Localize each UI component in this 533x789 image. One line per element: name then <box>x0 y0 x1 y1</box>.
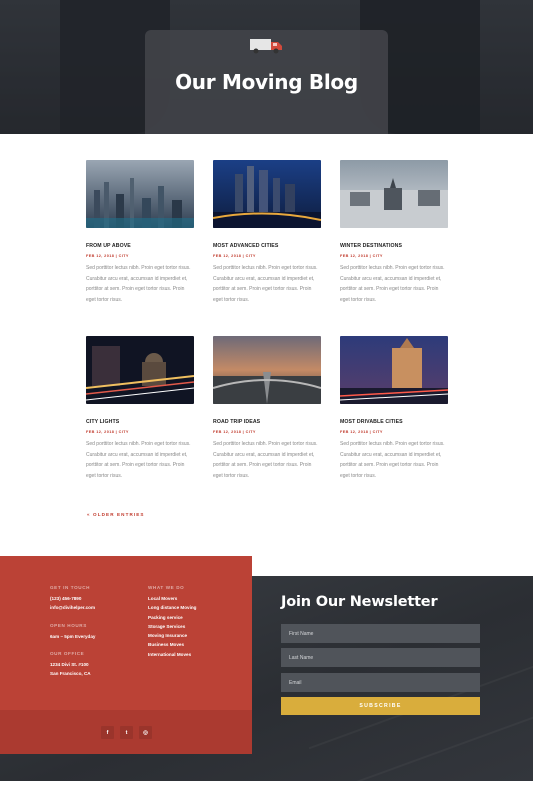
post-thumbnail[interactable] <box>86 160 194 228</box>
email-link[interactable]: info@divihelper.com <box>50 603 95 612</box>
instagram-icon[interactable]: ◎ <box>139 726 152 739</box>
subscribe-button[interactable]: SUBSCRIBE <box>281 697 480 715</box>
post-meta: FEB 12, 2018 | CITY <box>213 430 256 434</box>
office-heading: OUR OFFICE <box>50 650 85 656</box>
blog-card[interactable]: MOST DRIVABLE CITIES FEB 12, 2018 | CITY… <box>339 336 449 481</box>
blog-card[interactable]: FROM UP ABOVE FEB 12, 2018 | CITY Sed po… <box>86 160 194 305</box>
post-thumbnail[interactable] <box>85 336 195 404</box>
services-heading: WHAT WE DO <box>148 585 185 590</box>
post-excerpt: Sed porttitor lectus nibh. Proin eget to… <box>213 441 318 479</box>
blog-card[interactable]: MOST ADVANCED CITIES FEB 12, 2018 | CITY… <box>212 160 322 305</box>
post-thumbnail[interactable] <box>339 336 449 404</box>
service-link[interactable]: Business Moves <box>148 640 197 649</box>
post-excerpt: Sed porttitor lectus nibh. Proin eget to… <box>86 265 191 303</box>
office-address-line: 1234 Divi St. #100 <box>50 661 89 667</box>
post-thumbnail[interactable] <box>212 336 322 404</box>
contact-heading: GET IN TOUCH <box>50 585 91 590</box>
service-link[interactable]: International Moves <box>148 650 197 659</box>
post-title[interactable]: MOST DRIVABLE CITIES <box>340 419 448 425</box>
first-name-field[interactable]: First Name <box>281 624 480 643</box>
post-excerpt: Sed porttitor lectus nibh. Proin eget to… <box>340 441 445 479</box>
office-address-line: San Francisco, CA <box>50 671 91 677</box>
twitter-icon[interactable]: t <box>120 726 133 739</box>
post-title[interactable]: ROAD TRIP IDEAS <box>213 419 321 425</box>
post-meta: FEB 12, 2018 | CITY <box>86 254 129 258</box>
hero-section: Our Moving Blog <box>0 0 533 134</box>
post-title[interactable]: CITY LIGHTS <box>86 419 194 425</box>
page-title: Our Moving Blog <box>175 70 358 94</box>
blog-card[interactable]: WINTER DESTINATIONS FEB 12, 2018 | CITY … <box>340 160 448 305</box>
email-field[interactable]: Email <box>281 673 480 692</box>
newsletter-title: Join Our Newsletter <box>281 594 438 610</box>
service-link[interactable]: Storage Services <box>148 622 197 631</box>
blog-card[interactable]: ROAD TRIP IDEAS FEB 12, 2018 | CITY Sed … <box>212 336 322 481</box>
facebook-icon[interactable]: f <box>101 726 114 739</box>
services-column: WHAT WE DO Local Movers Long distance Mo… <box>148 585 197 659</box>
footer-info-panel: GET IN TOUCH (123) 456-7890 info@divihel… <box>0 556 252 754</box>
post-meta: FEB 12, 2018 | CITY <box>86 430 129 434</box>
post-excerpt: Sed porttitor lectus nibh. Proin eget to… <box>213 265 318 303</box>
service-link[interactable]: Local Movers <box>148 594 197 603</box>
post-title[interactable]: WINTER DESTINATIONS <box>340 243 448 249</box>
post-title[interactable]: MOST ADVANCED CITIES <box>213 243 321 249</box>
phone-link[interactable]: (123) 456-7890 <box>50 594 95 603</box>
post-meta: FEB 12, 2018 | CITY <box>340 254 383 258</box>
truck-icon <box>250 39 282 54</box>
post-meta: FEB 12, 2018 | CITY <box>213 254 256 258</box>
service-link[interactable]: Packing service <box>148 613 197 622</box>
blog-card[interactable]: CITY LIGHTS FEB 12, 2018 | CITY Sed port… <box>85 336 195 481</box>
service-link[interactable]: Long distance Moving <box>148 603 197 612</box>
last-name-field[interactable]: Last Name <box>281 648 480 667</box>
social-bar: f t ◎ <box>0 710 252 754</box>
service-link[interactable]: Moving Insurance <box>148 631 197 640</box>
post-excerpt: Sed porttitor lectus nibh. Proin eget to… <box>340 265 445 303</box>
post-title[interactable]: FROM UP ABOVE <box>86 243 194 249</box>
older-entries-link[interactable]: « OLDER ENTRIES <box>87 512 145 517</box>
post-meta: FEB 12, 2018 | CITY <box>340 430 383 434</box>
contact-column: GET IN TOUCH (123) 456-7890 info@divihel… <box>50 585 95 678</box>
post-excerpt: Sed porttitor lectus nibh. Proin eget to… <box>86 441 191 479</box>
post-thumbnail[interactable] <box>212 160 322 228</box>
hours-heading: OPEN HOURS <box>50 622 87 628</box>
hours-value: 6am – 5pm Everyday <box>50 633 96 639</box>
post-thumbnail[interactable] <box>340 160 448 228</box>
